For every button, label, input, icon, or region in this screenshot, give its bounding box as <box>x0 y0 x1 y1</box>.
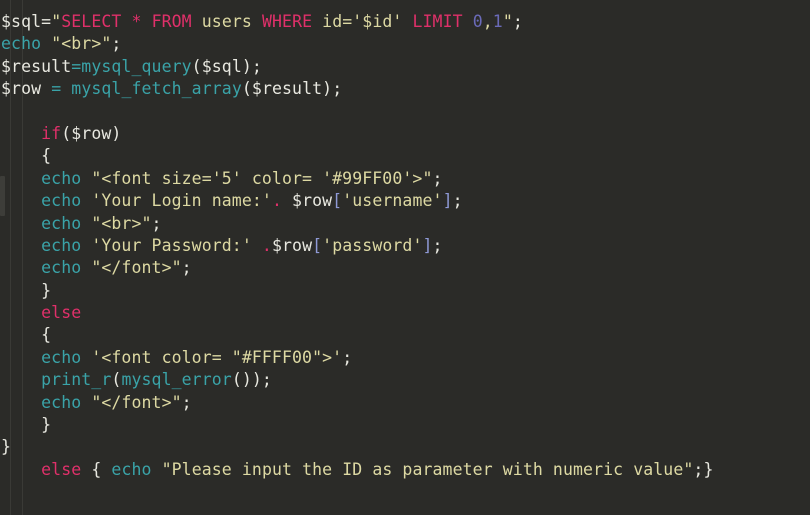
code-line: $row = mysql_fetch_array($result); <box>1 79 343 99</box>
code-line: } <box>1 437 12 457</box>
code-line: echo "<font size='5' color= '#99FF00'>"; <box>41 168 443 188</box>
code-line: echo "<br>"; <box>41 213 162 233</box>
code-line: } <box>41 415 52 435</box>
code-line: $result=mysql_query($sql); <box>1 56 262 76</box>
code-line: echo "</font>"; <box>41 392 192 412</box>
code-line: if($row) <box>41 123 122 143</box>
code-line: print_r(mysql_error()); <box>41 370 272 390</box>
code-line: echo 'Your Password:' .$row['password']; <box>41 235 443 255</box>
code-line: $sql="SELECT * FROM users WHERE id='$id'… <box>1 12 523 31</box>
code-editor[interactable]: $sql="SELECT * FROM users WHERE id='$id'… <box>0 0 810 515</box>
code-line: else { echo "Please input the ID as para… <box>41 459 714 479</box>
code-content: $sql="SELECT * FROM users WHERE id='$id'… <box>0 11 810 481</box>
code-line: { <box>41 146 52 166</box>
code-line: echo "<br>"; <box>1 34 122 54</box>
code-line: { <box>41 325 52 345</box>
code-line: echo "</font>"; <box>41 258 192 278</box>
code-line: echo '<font color= "#FFFF00">'; <box>41 347 353 367</box>
code-line: } <box>41 280 52 300</box>
code-line: else <box>41 303 82 323</box>
code-line: echo 'Your Login name:'. $row['username'… <box>41 191 463 211</box>
